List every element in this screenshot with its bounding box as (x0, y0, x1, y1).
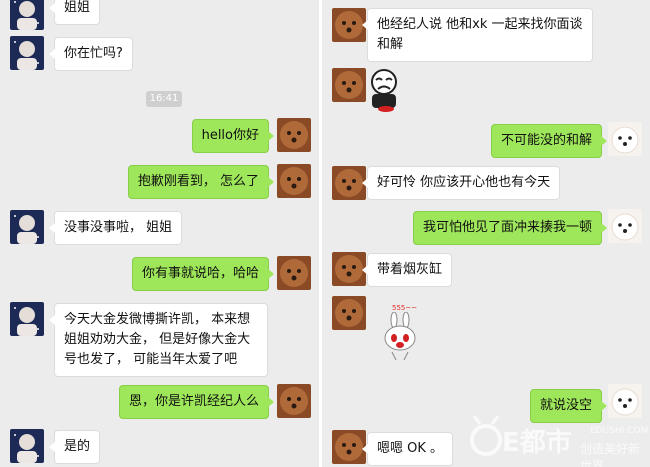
portrait-icon (14, 1, 39, 30)
user-avatar[interactable] (277, 256, 311, 290)
message-bubble-received: 好可怜 你应该开心他也有今天 (361, 166, 561, 200)
message-bubble-received: 带着烟灰缸 (361, 253, 453, 287)
timestamp-label: 16:41 (146, 91, 182, 107)
contact-avatar[interactable] (10, 302, 44, 336)
contact-avatar[interactable] (10, 210, 44, 244)
watermark-logo-icon (470, 415, 502, 456)
message-bubble-received: 他经纪人说 他和xk 一起来找你面谈和解 (362, 8, 593, 62)
contact-avatar[interactable] (332, 430, 366, 464)
crying-cartoon-sticker-icon (371, 69, 397, 112)
user-avatar[interactable] (277, 164, 311, 198)
portrait-icon (14, 307, 39, 336)
poodle-icon (335, 255, 363, 283)
message-bubble-sent: hello你好 (191, 119, 275, 153)
watermark: E都市 EDUSHI.COM 创造美好新世界 (466, 408, 650, 467)
watermark-slogan: 创造美好新世界 (580, 442, 641, 467)
contact-avatar[interactable] (10, 429, 44, 463)
user-avatar[interactable] (277, 118, 311, 152)
message-bubble-received: 你在忙吗? (49, 37, 133, 71)
contact-avatar[interactable] (332, 8, 366, 42)
poodle-icon (280, 121, 308, 149)
sticker-caption: 555~~ (392, 304, 418, 312)
watermark-url: EDUSHI.COM (590, 426, 649, 436)
poodle-icon (335, 299, 363, 327)
portrait-icon (14, 434, 39, 463)
contact-avatar[interactable] (10, 0, 44, 30)
portrait-icon (14, 215, 39, 244)
message-bubble-sent: 你有事就说哈，哈哈 (131, 257, 275, 291)
message-bubble-received: 今天大金发微博撕许凯， 本来想姐姐劝劝大金， 但是好像大金大号也发了， 可能当年… (49, 303, 268, 377)
contact-avatar[interactable] (332, 68, 366, 102)
white-dog-icon (611, 213, 639, 241)
chat-panel-right: 他经纪人说 他和xk 一起来找你面谈和解 不可能没的和解 好可怜 你应该开心他也… (322, 0, 650, 467)
contact-avatar[interactable] (332, 252, 366, 286)
message-bubble-received: 姐姐 (48, 0, 101, 25)
poodle-icon (335, 169, 363, 197)
user-avatar[interactable] (608, 209, 642, 243)
contact-avatar[interactable] (332, 296, 366, 330)
contact-avatar[interactable] (10, 36, 44, 70)
contact-avatar[interactable] (332, 166, 366, 200)
poodle-icon (280, 167, 308, 195)
rabbit-sticker-icon (384, 312, 416, 361)
message-bubble-sent: 抱歉刚看到， 怎么了 (127, 165, 275, 199)
watermark-brand: E都市 (502, 428, 572, 458)
poodle-icon (335, 11, 363, 39)
poodle-icon (280, 259, 308, 287)
user-avatar[interactable] (608, 122, 642, 156)
poodle-icon (335, 71, 363, 99)
poodle-icon (335, 433, 363, 461)
message-bubble-sent: 不可能没的和解 (490, 124, 608, 158)
message-bubble-sent: 恩，你是许凯经纪人么 (118, 385, 275, 419)
message-bubble-received: 没事没事啦， 姐姐 (48, 211, 183, 245)
white-dog-icon (611, 126, 639, 154)
poodle-icon (280, 387, 308, 415)
user-avatar[interactable] (277, 384, 311, 418)
message-bubble-sent: 我可怕他见了面冲来揍我一顿 (412, 211, 608, 245)
portrait-icon (14, 41, 39, 70)
chat-panel-left: 姐姐 你在忙吗? 16:41 hello你好 抱歉刚看到， 怎么了 没事没事啦，… (0, 0, 319, 467)
message-bubble-received: 是的 (48, 430, 101, 464)
message-bubble-received: 嗯嗯 OK 。 (361, 432, 454, 466)
